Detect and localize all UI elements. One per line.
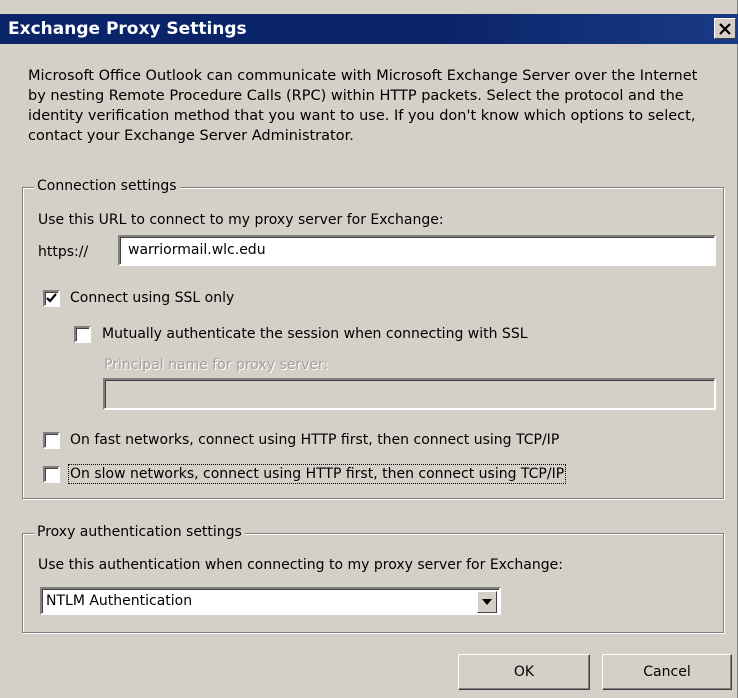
close-icon — [719, 22, 731, 35]
slow-network-label[interactable]: On slow networks, connect using HTTP fir… — [67, 464, 567, 484]
auth-select[interactable]: NTLM Authentication — [40, 587, 501, 615]
auth-select-value: NTLM Authentication — [46, 593, 193, 609]
fast-network-label[interactable]: On fast networks, connect using HTTP fir… — [70, 432, 559, 448]
exchange-proxy-dialog: Exchange Proxy Settings Microsoft Office… — [0, 0, 738, 698]
principal-input — [103, 378, 716, 410]
chevron-down-icon — [482, 599, 492, 605]
proxy-auth-legend: Proxy authentication settings — [34, 524, 245, 540]
cancel-button-label: Cancel — [643, 664, 691, 680]
url-prefix: https:// — [38, 244, 89, 260]
intro-text: Microsoft Office Outlook can communicate… — [28, 68, 698, 144]
principal-label: Principal name for proxy server: — [104, 357, 329, 373]
ssl-label[interactable]: Connect using SSL only — [70, 290, 234, 306]
mutual-auth-checkbox[interactable] — [74, 326, 91, 343]
url-input-value: warriormail.wlc.edu — [128, 242, 266, 258]
connection-settings-group — [22, 187, 724, 499]
fast-network-checkbox[interactable] — [43, 432, 60, 449]
ok-button-label: OK — [513, 664, 535, 680]
ssl-checkbox[interactable] — [43, 290, 60, 307]
close-button[interactable] — [714, 18, 736, 39]
checkmark-icon — [46, 293, 57, 303]
auth-label: Use this authentication when connecting … — [38, 557, 563, 573]
slow-network-checkbox[interactable] — [43, 466, 60, 483]
connection-settings-legend: Connection settings — [34, 178, 180, 194]
proxy-auth-group — [22, 533, 724, 633]
mutual-auth-label[interactable]: Mutually authenticate the session when c… — [102, 326, 528, 342]
url-label: Use this URL to connect to my proxy serv… — [38, 212, 444, 228]
window-title: Exchange Proxy Settings — [8, 19, 247, 39]
ok-button[interactable]: OK — [458, 654, 590, 690]
url-input[interactable]: warriormail.wlc.edu — [118, 235, 716, 266]
auth-dropdown-button[interactable] — [477, 591, 497, 613]
title-bar[interactable]: Exchange Proxy Settings — [0, 14, 738, 44]
cancel-button[interactable]: Cancel — [602, 654, 732, 690]
